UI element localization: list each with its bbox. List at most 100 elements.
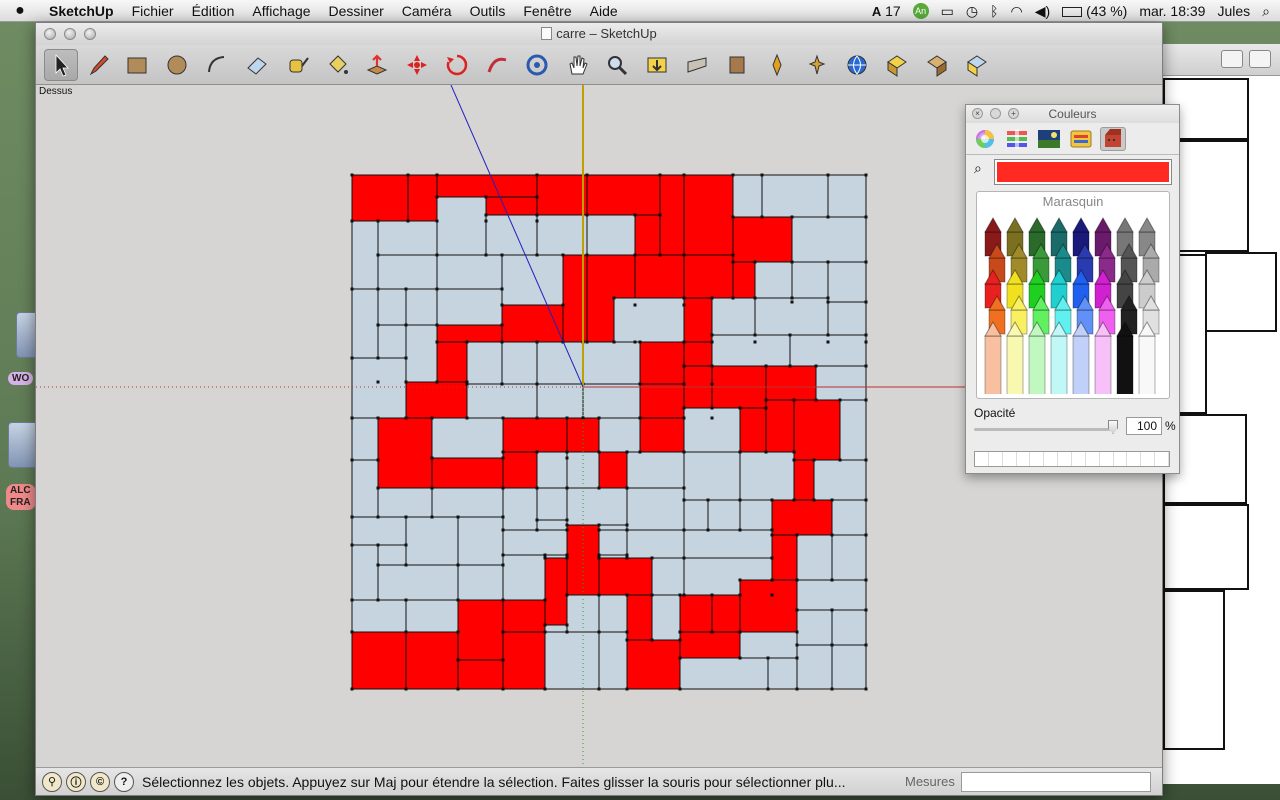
help-icon[interactable]: ? — [114, 771, 134, 792]
search-icon[interactable]: ⌕ — [974, 160, 982, 177]
crayon — [1006, 320, 1024, 394]
follow-me-tool[interactable] — [480, 49, 514, 81]
close-window-button[interactable] — [44, 28, 56, 40]
colors-panel-titlebar[interactable]: × + Couleurs — [966, 105, 1179, 123]
clock[interactable]: mar. 18:39 — [1139, 3, 1205, 19]
previous-view-icon — [687, 57, 707, 73]
zoom-icon[interactable]: + — [1008, 108, 1019, 119]
view-toggle-button[interactable] — [1249, 50, 1271, 68]
vertex-dot — [650, 556, 654, 560]
grey-face — [813, 459, 867, 501]
menu-fichier[interactable]: Fichier — [123, 3, 183, 19]
crayon-grid[interactable] — [979, 214, 1169, 394]
components-tool[interactable] — [960, 49, 994, 81]
vertex-dot — [435, 340, 439, 344]
user-avatar-icon[interactable]: An — [912, 3, 929, 19]
zoom-tool[interactable] — [600, 49, 634, 81]
share-model-tool[interactable] — [920, 49, 954, 81]
desktop-label-2[interactable]: ALC FRA — [6, 484, 36, 510]
grey-face — [544, 631, 600, 690]
eraser-tool[interactable] — [240, 49, 274, 81]
vertex-dot — [766, 687, 770, 691]
display-icon[interactable]: ▭ — [941, 3, 954, 20]
minimize-window-button[interactable] — [64, 28, 76, 40]
zoom-window-button[interactable] — [84, 28, 96, 40]
opacity-value-input[interactable]: 100 — [1126, 417, 1162, 435]
volume-icon[interactable]: ◀) — [1035, 3, 1050, 20]
rectangle-tool[interactable] — [120, 49, 154, 81]
menu-sketchup[interactable]: SketchUp — [40, 3, 123, 19]
credits-icon[interactable]: ⓘ — [66, 771, 86, 792]
menu-outils[interactable]: Outils — [461, 3, 515, 19]
saved-swatches[interactable] — [974, 451, 1170, 467]
move-tool[interactable] — [400, 49, 434, 81]
minimize-icon[interactable] — [990, 108, 1001, 119]
geo-location-icon[interactable]: ⚲ — [42, 771, 62, 792]
google-earth-tool[interactable] — [840, 49, 874, 81]
user-name[interactable]: Jules — [1217, 3, 1250, 19]
opacity-slider-thumb[interactable] — [1108, 420, 1118, 434]
window-titlebar[interactable]: carre – SketchUp — [36, 23, 1162, 45]
rotate-tool[interactable] — [440, 49, 474, 81]
vertex-dot — [535, 486, 539, 490]
color-palettes-icon[interactable] — [1036, 127, 1062, 151]
arc-tool[interactable] — [200, 49, 234, 81]
vertex-dot — [658, 253, 662, 257]
menu-affichage[interactable]: Affichage — [243, 3, 319, 19]
image-palettes-icon[interactable] — [1068, 127, 1094, 151]
get-models-tool[interactable] — [880, 49, 914, 81]
pan-tool[interactable] — [560, 49, 594, 81]
diagram-box — [1163, 590, 1225, 750]
vertex-dot — [706, 528, 710, 532]
user-account-icon[interactable]: © — [90, 771, 110, 792]
wifi-icon[interactable]: ◠ — [1011, 3, 1023, 20]
vertex-dot — [376, 287, 380, 291]
next-view-tool[interactable] — [720, 49, 754, 81]
walk-tool[interactable] — [800, 49, 834, 81]
push-pull-tool[interactable] — [360, 49, 394, 81]
previous-view-tool[interactable] — [680, 49, 714, 81]
vertex-dot — [682, 498, 686, 502]
zoom-extents-tool[interactable] — [640, 49, 674, 81]
desktop-label-1[interactable]: WO — [8, 372, 34, 385]
input-source-icon[interactable]: A 17 — [872, 3, 901, 19]
battery-indicator[interactable]: (43 %) — [1062, 3, 1127, 19]
vertex-dot — [500, 323, 504, 327]
current-color-swatch[interactable] — [994, 159, 1172, 185]
menu-fenetre[interactable]: Fenêtre — [514, 3, 580, 19]
menu-edition[interactable]: Édition — [183, 3, 244, 19]
pencil-tool[interactable] — [82, 49, 116, 81]
apple-icon[interactable]: ● — [0, 2, 40, 20]
color-wheel-icon[interactable] — [972, 127, 998, 151]
vertex-dot — [766, 656, 770, 660]
orbit-tool[interactable] — [520, 49, 554, 81]
select-tool[interactable] — [44, 49, 78, 81]
vertex-dot — [535, 195, 539, 199]
grey-face — [831, 499, 867, 536]
crayons-icon[interactable] — [1100, 127, 1126, 151]
crayon-box[interactable]: Marasquin — [976, 191, 1170, 399]
menu-dessiner[interactable]: Dessiner — [320, 3, 393, 19]
bluetooth-icon[interactable]: ᛒ — [990, 3, 998, 19]
color-sliders-icon[interactable] — [1004, 127, 1030, 151]
time-machine-icon[interactable]: ◷ — [966, 3, 978, 20]
tape-measure-tool[interactable] — [280, 49, 314, 81]
measures-input[interactable] — [960, 771, 1151, 792]
grey-face — [566, 487, 628, 526]
circle-tool[interactable] — [160, 49, 194, 81]
spotlight-search-icon[interactable]: ⌕ — [1262, 3, 1270, 20]
grey-face — [796, 579, 867, 611]
desktop-drive-icon[interactable] — [8, 422, 38, 468]
close-icon[interactable]: × — [972, 108, 983, 119]
position-camera-tool[interactable] — [760, 49, 794, 81]
menu-camera[interactable]: Caméra — [393, 3, 461, 19]
vertex-dot — [792, 398, 796, 402]
vertex-dot — [838, 398, 842, 402]
opacity-slider-track[interactable] — [974, 428, 1114, 431]
view-toggle-button[interactable] — [1221, 50, 1243, 68]
paint-bucket-tool[interactable] — [320, 49, 354, 81]
menu-aide[interactable]: Aide — [581, 3, 627, 19]
red-face — [771, 534, 798, 581]
vertex-dot — [864, 300, 868, 304]
vertex-dot — [404, 687, 408, 691]
